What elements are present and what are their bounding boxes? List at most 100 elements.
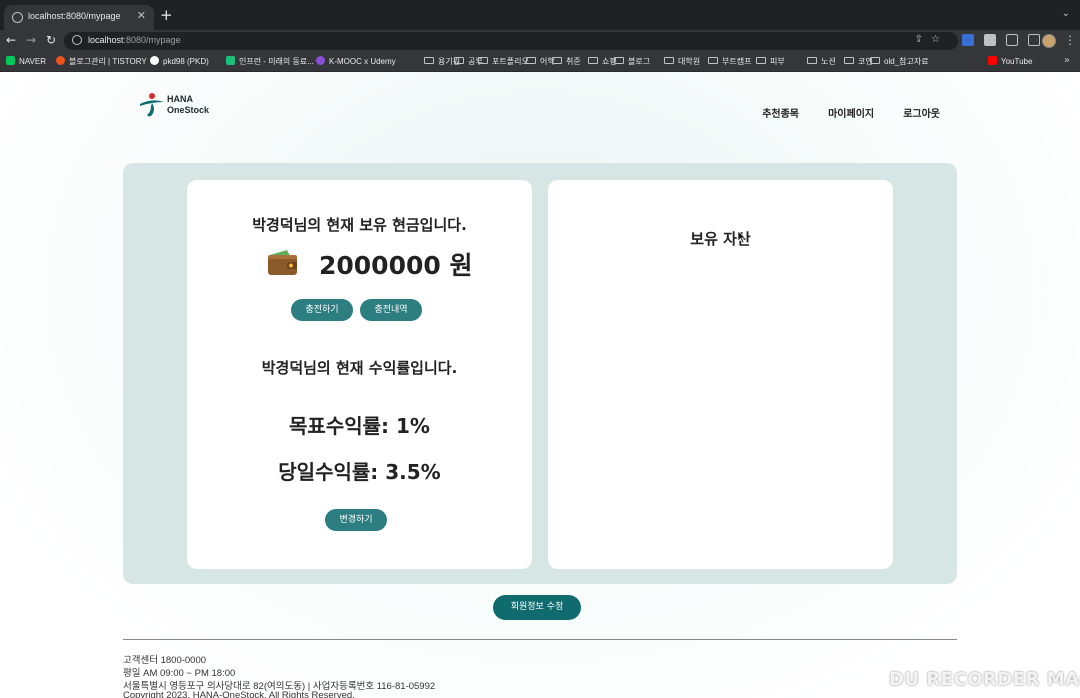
folder-icon [478,57,488,64]
folder-icon [614,57,624,64]
nav-logout[interactable]: 로그아웃 [903,109,940,120]
bookmark-item[interactable]: NAVER [6,56,46,66]
folder-icon [454,57,464,64]
folder-icon [756,57,766,64]
browser-toolbar: ← → ↻ localhost:8080/mypage ⇪☆ ⋮ [0,30,1080,52]
recorder-logo-icon [855,667,881,693]
folder-icon [588,57,598,64]
assets-card: 보유 자산 [548,180,893,569]
logo-text: HANA OneStock [167,94,210,115]
bookmark-item[interactable]: 인프런 - 미래의 동료... [226,56,314,67]
folder-icon [526,57,536,64]
footer-hours: 평일 AM 09:00 ~ PM 18:00 [123,668,236,679]
charge-button[interactable]: 충전하기 [291,299,353,321]
folder-icon [870,57,880,64]
forward-icon[interactable]: → [26,33,36,47]
assets-title: 보유 자산 [690,230,751,248]
bookmark-label: 블로그관리 | TISTORY [69,57,147,66]
bookmark-label: 대학원 [678,57,701,66]
bookmark-item[interactable]: 대학원 [664,56,700,67]
top-nav: 추천종목 마이페이지 로그아웃 [738,102,940,121]
bookmark-item[interactable]: K-MOOC x Udemy [316,56,396,66]
bookmark-item[interactable]: YouTube [988,56,1032,66]
profile-avatar[interactable] [1042,34,1056,48]
cash-amount: 2000000 원 [319,251,473,280]
tistory-icon [56,56,65,65]
folder-icon [708,57,718,64]
translate-extension-icon[interactable] [962,34,974,46]
bookmark-item[interactable]: 쇼핑 [588,56,617,67]
inflearn-icon [226,56,235,65]
folder-icon [552,57,562,64]
bookmark-label: pkd98 (PKD) [163,57,209,66]
kmooc-icon [316,56,325,65]
change-button[interactable]: 변경하기 [325,509,387,531]
youtube-icon [988,56,997,65]
puzzle-icon[interactable] [984,34,997,46]
bookmark-label: 부트캠프 [722,57,752,66]
footer-copyright: Copyright 2023. HANA-OneStock. All Right… [123,690,355,698]
nav-mypage[interactable]: 마이페이지 [828,109,874,120]
returns-title: 박경덕님의 현재 수익률입니다. [261,359,458,377]
folder-icon [807,57,817,64]
bookmark-label: NAVER [19,57,46,66]
bookmark-label: 취준 [566,57,581,66]
bookmark-item[interactable]: 블로그관리 | TISTORY [56,56,147,67]
bookmark-item[interactable]: pkd98 (PKD) [150,56,209,66]
reload-icon[interactable]: ↻ [46,33,56,47]
bookmark-item[interactable]: 노션 [807,56,836,67]
browser-tab-strip: localhost:8080/mypage ✕ + ⌄ [0,0,1080,30]
bookmark-item[interactable]: 취준 [552,56,581,67]
share-star-icons[interactable]: ⇪☆ [915,34,948,45]
bookmark-label: 블로그 [628,57,651,66]
wallet-icon [268,250,297,275]
logo[interactable]: HANA OneStock [138,92,218,120]
tab-search-icon[interactable]: ⌄ [1062,8,1070,19]
tab-title: localhost:8080/mypage [28,11,121,21]
bookmark-item[interactable]: 피부 [756,56,785,67]
extensions-area [962,34,1045,48]
edit-profile-button[interactable]: 회원정보 수정 [493,595,581,620]
bookmark-item[interactable]: 블로그 [614,56,650,67]
bookmarks-bar: NAVER 블로그관리 | TISTORY pkd98 (PKD) 인프런 - 미래의… [0,52,1080,72]
side-panel-icon[interactable] [1028,34,1041,46]
github-icon [150,56,159,65]
bookmark-item[interactable]: 코인 [844,56,873,67]
bookmark-label: old_참고자료 [884,57,929,66]
footer-customer-center: 고객센터 1800-0000 [123,655,207,666]
cash-returns-card: 박경덕님의 현재 보유 현금입니다. 2000000 원 충전하기 충전내역 박… [187,180,532,569]
mouse-cursor-icon [737,230,747,244]
bookmark-label: YouTube [1001,57,1033,66]
globe-icon [12,12,23,23]
target-return: 목표수익률: 1% [289,414,430,438]
charge-history-button[interactable]: 충전내역 [360,299,422,321]
bookmark-label: K-MOOC x Udemy [329,57,396,66]
folder-icon [844,57,854,64]
bookmark-label: 노션 [821,57,836,66]
bookmark-item[interactable]: 포트폴리오 [478,56,529,67]
more-menu-icon[interactable]: ⋮ [1064,33,1076,47]
bookmark-item[interactable]: 어학 [526,56,555,67]
url-text[interactable]: localhost:8080/mypage [88,35,181,45]
browser-tab[interactable]: localhost:8080/mypage ✕ [4,5,154,30]
cash-title: 박경덕님의 현재 보유 현금입니다. [252,216,467,234]
naver-icon [6,56,15,65]
address-bar[interactable]: localhost:8080/mypage ⇪☆ [64,32,958,50]
bookmark-label: 피부 [770,57,785,66]
bookmark-label: 인프런 - 미래의 동료... [239,57,314,66]
close-tab-icon[interactable]: ✕ [137,9,146,22]
back-icon[interactable]: ← [6,33,16,47]
nav-recommended[interactable]: 추천종목 [762,109,799,120]
daily-return: 당일수익률: 3.5% [278,460,441,484]
hana-logo-icon [140,93,164,117]
page-content: HANA OneStock 추천종목 마이페이지 로그아웃 박경덕님의 현재 보… [0,72,1080,698]
new-tab-icon[interactable]: + [160,6,173,24]
site-info-icon[interactable] [72,35,82,45]
bookmark-item[interactable]: old_참고자료 [870,56,929,67]
footer-divider [123,639,957,640]
bookmark-item[interactable]: 부트캠프 [708,56,751,67]
more-bookmarks-icon[interactable]: » [1064,55,1070,66]
bookmark-label: 포트폴리오 [492,57,529,66]
folder-icon [424,57,434,64]
reading-list-icon[interactable] [1006,34,1019,46]
